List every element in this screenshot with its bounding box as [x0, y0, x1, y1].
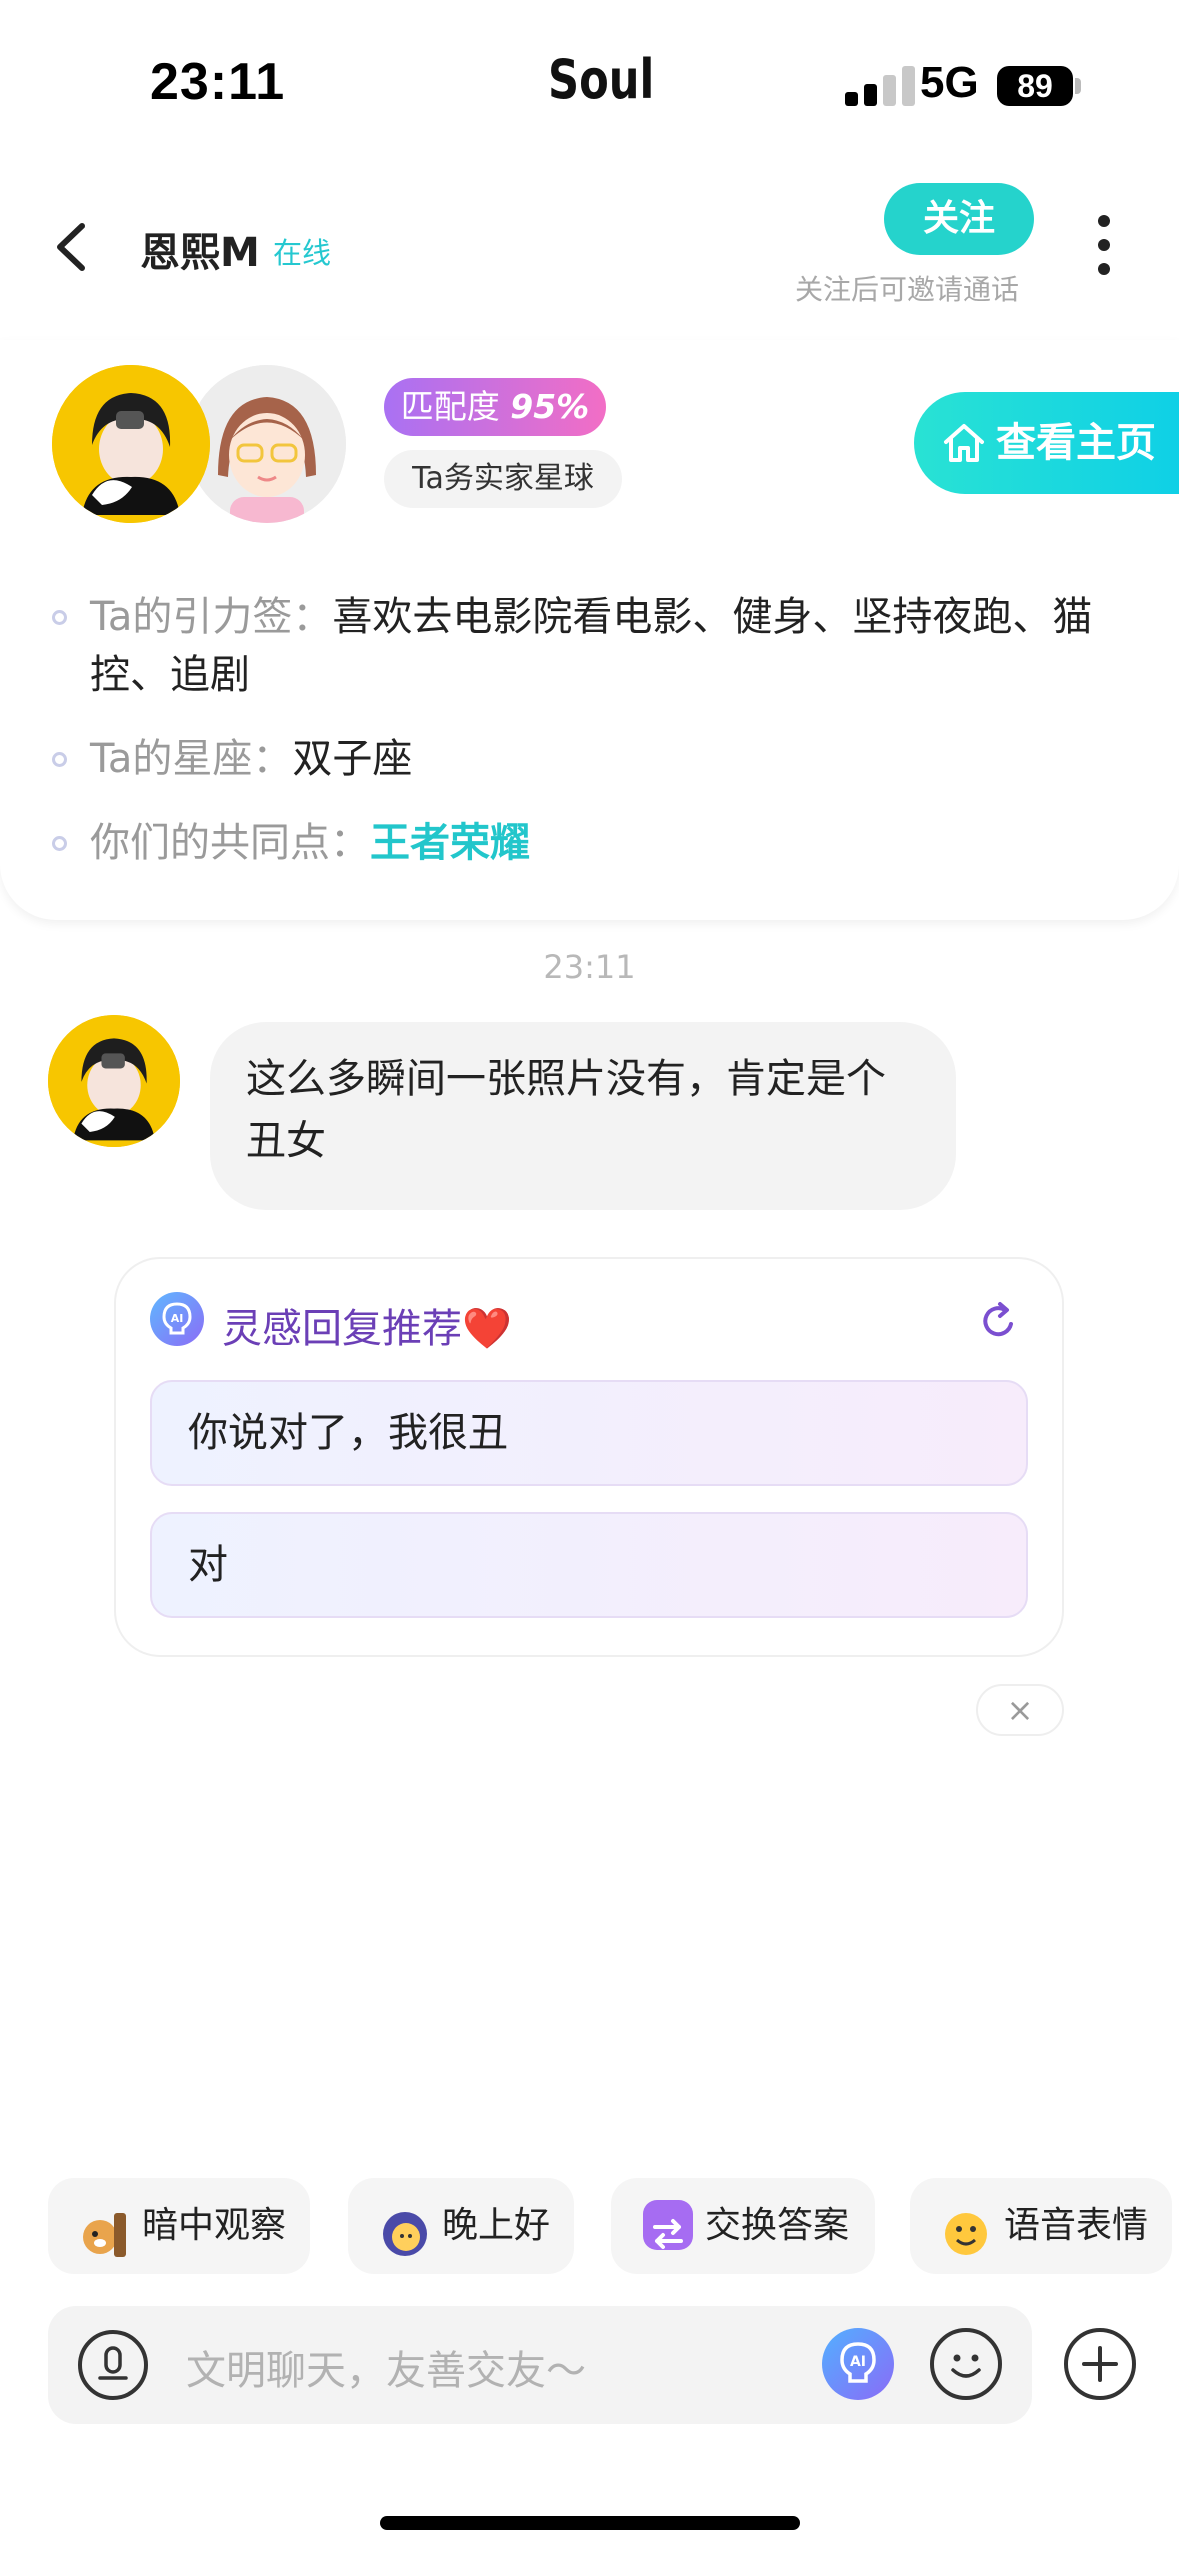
- refresh-icon[interactable]: [978, 1300, 1020, 1342]
- battery-tip: [1075, 78, 1081, 94]
- status-app-name: Soul: [548, 48, 655, 111]
- close-suggest-button[interactable]: ×: [976, 1684, 1064, 1736]
- online-status: 在线: [273, 236, 332, 270]
- ai-assist-button[interactable]: AI: [822, 2328, 894, 2400]
- quick-action-good-evening[interactable]: 晚上好: [348, 2178, 574, 2274]
- swap-icon: [643, 2200, 693, 2250]
- follow-button[interactable]: 关注: [884, 183, 1034, 255]
- message-avatar[interactable]: [48, 1015, 180, 1147]
- quick-action-swap-answer[interactable]: 交换答案: [611, 2178, 875, 2274]
- ai-bulb-icon: AI: [150, 1292, 204, 1346]
- message-input[interactable]: 文明聊天，友善交友～: [186, 2338, 586, 2396]
- smiley-icon: [951, 2354, 981, 2378]
- boy-avatar-icon: [48, 1015, 180, 1147]
- suggest-reply-1[interactable]: 你说对了，我很丑: [150, 1380, 1028, 1486]
- battery-icon: 89: [997, 66, 1073, 106]
- bullet-icon: [52, 610, 67, 625]
- quick-action-label: 暗中观察: [142, 2205, 287, 2246]
- back-button[interactable]: [48, 212, 98, 282]
- home-icon: [944, 424, 984, 462]
- contact-name: 恩熙M: [140, 230, 260, 276]
- girl-avatar-icon: [188, 365, 346, 523]
- zodiac-label: Ta的星座：: [90, 736, 293, 782]
- svg-text:AI: AI: [850, 2354, 866, 2370]
- network-label: 5G: [920, 58, 979, 107]
- follow-hint: 关注后可邀请通话: [795, 273, 1020, 306]
- signal-icon: [845, 66, 917, 106]
- chevron-left-icon: [57, 223, 85, 271]
- ai-bulb-icon: AI: [840, 2342, 876, 2383]
- svg-text:AI: AI: [171, 1312, 184, 1325]
- attraction-label: Ta的引力签：: [90, 594, 333, 640]
- match-value: 95%: [510, 387, 590, 426]
- moon-icon: [380, 2200, 430, 2256]
- planet-tag: Ta务实家星球: [384, 450, 622, 508]
- chat-timestamp: 23:11: [543, 948, 636, 986]
- ai-suggest-title: 灵感回复推荐❤️: [222, 1306, 512, 1352]
- microphone-icon: [98, 2346, 128, 2380]
- dog-peek-icon: [80, 2200, 130, 2257]
- match-badge: 匹配度 95%: [384, 378, 606, 436]
- common-label: 你们的共同点：: [90, 820, 370, 866]
- more-attach-button[interactable]: [1064, 2328, 1136, 2400]
- zodiac-value: 双子座: [292, 736, 413, 782]
- common-value[interactable]: 王者荣耀: [370, 820, 530, 866]
- voice-emoji-icon: [942, 2200, 992, 2255]
- my-avatar[interactable]: [52, 365, 210, 523]
- view-profile-label: 查看主页: [996, 420, 1156, 466]
- view-profile-button[interactable]: 查看主页: [914, 392, 1179, 494]
- quick-action-voice-emoji[interactable]: 语音表情: [910, 2178, 1172, 2274]
- quick-action-label: 交换答案: [705, 2205, 850, 2246]
- quick-action-label: 语音表情: [1004, 2205, 1149, 2246]
- more-options-button[interactable]: [1094, 215, 1114, 275]
- quick-action-observe[interactable]: 暗中观察: [48, 2178, 310, 2274]
- boy-avatar-icon: [52, 365, 210, 523]
- home-indicator: [380, 2516, 800, 2530]
- quick-action-label: 晚上好: [442, 2205, 551, 2246]
- plus-icon: [1082, 2346, 1118, 2382]
- bullet-icon: [52, 752, 67, 767]
- match-label: 匹配度: [400, 387, 500, 426]
- voice-input-button[interactable]: [78, 2330, 148, 2400]
- bullet-icon: [52, 836, 67, 851]
- suggest-reply-2[interactable]: 对: [150, 1512, 1028, 1618]
- status-time: 23:11: [150, 53, 286, 111]
- emoji-button[interactable]: [930, 2328, 1002, 2400]
- her-avatar[interactable]: [188, 365, 346, 523]
- message-bubble[interactable]: 这么多瞬间一张照片没有，肯定是个丑女: [210, 1022, 956, 1210]
- more-dots-icon: [1098, 215, 1110, 227]
